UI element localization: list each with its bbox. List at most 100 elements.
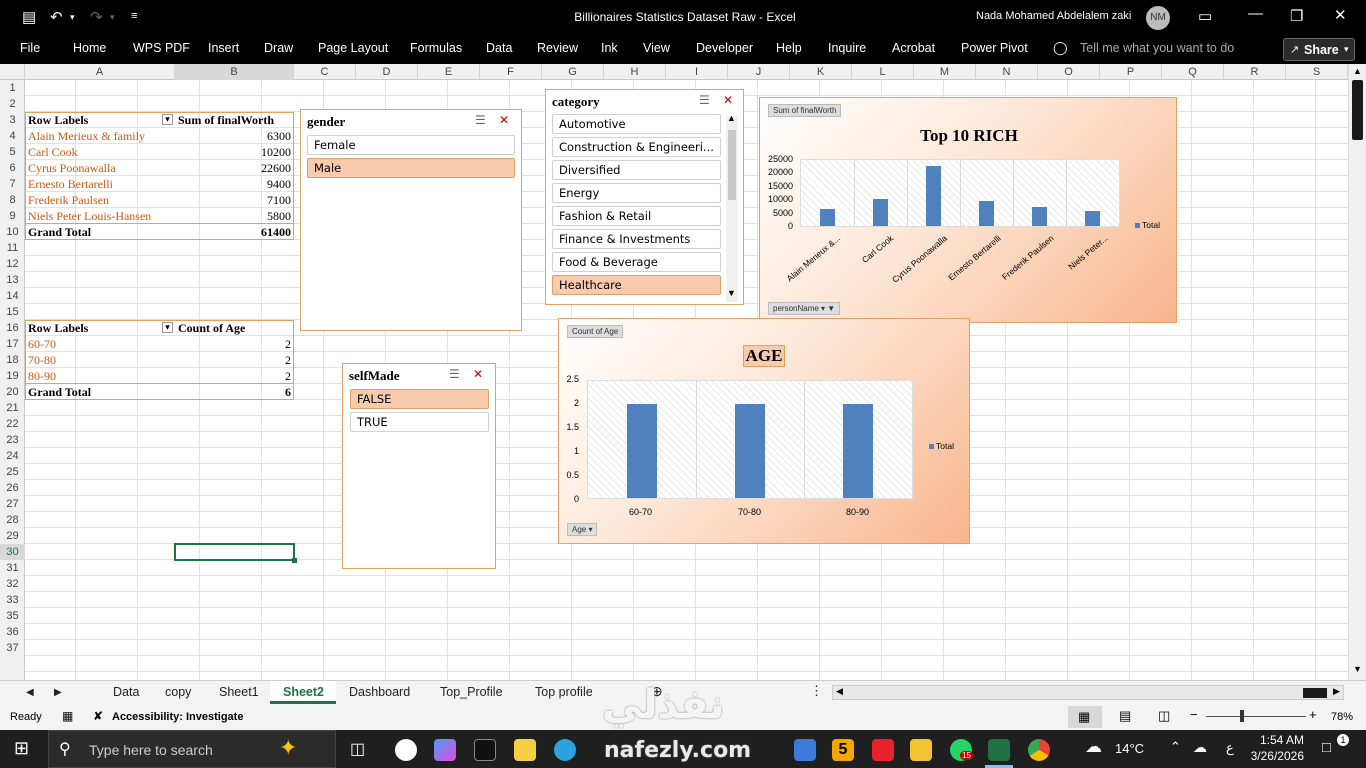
scroll-down-icon[interactable]: ▼ (1353, 664, 1362, 674)
slicer-item[interactable]: Diversified (552, 160, 721, 180)
weather-temp[interactable]: 14°C (1115, 741, 1144, 756)
zoom-level[interactable]: 78% (1331, 711, 1353, 723)
sheet-tab[interactable]: Dashboard (349, 685, 410, 699)
scroll-up-icon[interactable]: ▲ (1353, 66, 1362, 76)
multi-select-icon[interactable]: ☰ (475, 113, 486, 127)
pivot2-row-value[interactable]: 2 (175, 352, 291, 368)
slicer-item-selected[interactable]: Healthcare (552, 275, 721, 295)
pivot1-header-value[interactable]: Sum of finalWorth (178, 112, 294, 128)
row-header[interactable]: 6 (0, 160, 25, 176)
copilot-icon[interactable] (434, 739, 456, 761)
whatsapp-icon[interactable]: 15 (950, 739, 973, 761)
col-header[interactable]: Q (1162, 64, 1224, 80)
clear-filter-icon[interactable]: ✕ (499, 113, 509, 127)
row-header[interactable]: 18 (0, 352, 25, 368)
tab-view[interactable]: View (643, 41, 670, 55)
col-header[interactable]: L (852, 64, 914, 80)
row-header[interactable]: 19 (0, 368, 25, 384)
row-header[interactable]: 9 (0, 208, 25, 224)
tab-data[interactable]: Data (486, 41, 512, 55)
col-header[interactable]: J (728, 64, 790, 80)
avatar[interactable]: NM (1146, 6, 1170, 30)
file-explorer-icon[interactable] (910, 739, 932, 761)
col-header[interactable]: P (1100, 64, 1162, 80)
col-header[interactable]: S (1286, 64, 1348, 80)
tab-review[interactable]: Review (537, 41, 578, 55)
select-all-corner[interactable] (0, 64, 25, 80)
row-header[interactable]: 32 (0, 576, 25, 592)
row-header[interactable]: 11 (0, 240, 25, 256)
pivot1-row-label[interactable]: Niels Peter Louis-Hansen (28, 208, 173, 224)
normal-view-button[interactable]: ▦ (1068, 706, 1102, 728)
slicer-item[interactable]: Finance & Investments (552, 229, 721, 249)
weather-icon[interactable]: ☁ (1085, 737, 1102, 757)
slicer-item[interactable]: Automotive (552, 114, 721, 134)
clear-filter-icon[interactable]: ✕ (473, 367, 483, 381)
slicer-item[interactable]: Fashion & Retail (552, 206, 721, 226)
row-header[interactable]: 26 (0, 480, 25, 496)
sheet-tab[interactable]: copy (165, 685, 191, 699)
scroll-right-icon[interactable]: ▶ (1333, 686, 1340, 697)
pivot1-row-label[interactable]: Frederik Paulsen (28, 192, 173, 208)
axis-field-button[interactable]: Age ▾ (567, 523, 598, 536)
pivot1-row-value[interactable]: 22600 (175, 160, 291, 176)
pivot1-row-value[interactable]: 5800 (175, 208, 291, 224)
row-header[interactable]: 24 (0, 448, 25, 464)
tab-draw[interactable]: Draw (264, 41, 293, 55)
customize-toolbar-icon[interactable]: ≡ (131, 10, 137, 22)
row-header[interactable]: 1 (0, 80, 25, 96)
axis-field-button[interactable]: personName ▾ ▼ (768, 302, 841, 315)
slicer-scrollbar[interactable]: ▲ ▼ (726, 113, 738, 302)
active-cell[interactable] (174, 543, 295, 561)
accessibility-status[interactable]: Accessibility: Investigate (112, 711, 243, 723)
pivot1-row-value[interactable]: 7100 (175, 192, 291, 208)
chart-age[interactable]: Count of Age AGE 2.5 2 1.5 1 0.5 0 60-70… (558, 318, 970, 544)
clock-date[interactable]: 3/26/2026 (1248, 749, 1304, 763)
chart-bar[interactable] (979, 201, 994, 226)
tell-me-input[interactable]: Tell me what you want to do (1080, 41, 1234, 55)
windows-start-icon[interactable]: ⊞ (14, 738, 29, 759)
col-header[interactable]: O (1038, 64, 1100, 80)
pivot2-total-value[interactable]: 6 (175, 384, 291, 400)
tab-developer[interactable]: Developer (696, 41, 753, 55)
notifications-icon[interactable]: □ (1322, 739, 1331, 756)
plot-area[interactable] (800, 159, 1120, 227)
pivot1-row-label[interactable]: Alain Merieux & family (28, 128, 173, 144)
chart-bar[interactable] (926, 166, 941, 226)
page-layout-view-icon[interactable]: ▤ (1119, 708, 1131, 724)
multi-select-icon[interactable]: ☰ (449, 367, 460, 381)
slicer-item-selected[interactable]: FALSE (350, 389, 489, 409)
row-header[interactable]: 23 (0, 432, 25, 448)
tab-ink[interactable]: Ink (601, 41, 618, 55)
slicer-item[interactable]: Energy (552, 183, 721, 203)
onedrive-icon[interactable]: ☁ (1193, 739, 1207, 756)
pivot1-row-value[interactable]: 9400 (175, 176, 291, 192)
close-icon[interactable]: ✕ (1334, 6, 1347, 24)
row-header[interactable]: 2 (0, 96, 25, 112)
zoom-slider-thumb[interactable] (1240, 710, 1244, 722)
pivot2-row-value[interactable]: 2 (175, 368, 291, 384)
row-header[interactable]: 15 (0, 304, 25, 320)
col-header[interactable]: F (480, 64, 542, 80)
row-header[interactable]: 27 (0, 496, 25, 512)
pivot1-row-value[interactable]: 6300 (175, 128, 291, 144)
chart-title[interactable]: Top 10 RICH (860, 126, 1078, 146)
tab-help[interactable]: Help (776, 41, 802, 55)
row-header[interactable]: 29 (0, 528, 25, 544)
slicer-item[interactable]: Female (307, 135, 515, 155)
row-header[interactable]: 8 (0, 192, 25, 208)
row-header[interactable]: 7 (0, 176, 25, 192)
scroll-thumb[interactable] (728, 130, 736, 200)
pivot1-row-label[interactable]: Cyrus Poonawalla (28, 160, 173, 176)
col-header[interactable]: G (542, 64, 604, 80)
chatgpt-icon[interactable] (395, 739, 417, 761)
terminal-icon[interactable] (474, 739, 496, 761)
scroll-down-icon[interactable]: ▼ (727, 288, 736, 298)
col-header[interactable]: R (1224, 64, 1286, 80)
copilot-sparkle-icon[interactable]: ✦ (279, 735, 297, 761)
excel-icon[interactable] (988, 739, 1010, 761)
chart-legend[interactable]: Total (929, 441, 954, 451)
redo-dropdown-icon[interactable]: ▾ (110, 12, 115, 23)
col-header[interactable]: E (418, 64, 480, 80)
row-header[interactable]: 5 (0, 144, 25, 160)
